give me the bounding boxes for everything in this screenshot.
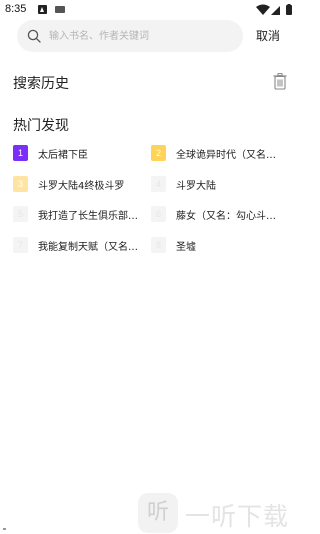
hot-item-title: 斗罗大陆	[176, 181, 216, 192]
hot-item-title: 圣墟	[176, 242, 196, 253]
search-box[interactable]	[17, 20, 243, 52]
rank-badge: 8	[151, 237, 166, 253]
hot-item-title: 斗罗大陆4终极斗罗	[38, 181, 125, 192]
trash-icon[interactable]	[273, 73, 287, 90]
keyboard-icon	[55, 6, 65, 13]
rank-badge: 4	[151, 176, 166, 192]
hot-item[interactable]: 4 斗罗大陆	[151, 176, 288, 194]
a-notification-icon	[38, 5, 47, 14]
rank-badge: 3	[13, 176, 28, 192]
status-bar: 8:35	[0, 0, 300, 20]
signal-icon	[271, 6, 280, 15]
rank-badge: 2	[151, 145, 166, 161]
hot-item[interactable]: 7 我能复制天赋（又名…	[13, 237, 138, 255]
corner-mark	[3, 528, 6, 530]
cancel-button[interactable]: 取消	[256, 27, 280, 44]
status-time: 8:35	[5, 3, 27, 15]
search-input[interactable]	[49, 20, 235, 52]
rank-badge: 7	[13, 237, 28, 253]
hot-item[interactable]: 3 斗罗大陆4终极斗罗	[13, 176, 138, 194]
watermark-logo-glyph: 听	[146, 500, 169, 525]
wifi-icon	[256, 4, 270, 15]
status-icons	[256, 4, 294, 16]
hot-discovery-title: 热门发现	[13, 118, 69, 134]
hot-item[interactable]: 6 藤女（又名：勾心斗…	[151, 206, 288, 224]
watermark-logo: 听	[138, 493, 178, 533]
rank-badge: 5	[13, 206, 28, 222]
watermark-text: 一听下载	[185, 502, 290, 531]
battery-icon	[286, 5, 292, 15]
rank-badge: 6	[151, 206, 166, 222]
hot-item[interactable]: 1 太后裙下臣	[13, 145, 138, 163]
hot-item-title: 我打造了长生俱乐部…	[38, 211, 138, 222]
hot-item-title: 藤女（又名：勾心斗…	[176, 211, 276, 222]
watermark: 听 一听下载	[138, 489, 300, 534]
search-icon	[27, 29, 41, 43]
search-history-title: 搜索历史	[13, 76, 69, 92]
hot-item-title: 全球诡异时代（又名…	[176, 150, 276, 161]
hot-item[interactable]: 5 我打造了长生俱乐部…	[13, 206, 138, 224]
hot-item[interactable]: 8 圣墟	[151, 237, 288, 255]
hot-item-title: 太后裙下臣	[38, 150, 88, 161]
rank-badge: 1	[13, 145, 28, 161]
hot-item[interactable]: 2 全球诡异时代（又名…	[151, 145, 288, 163]
hot-item-title: 我能复制天赋（又名…	[38, 242, 138, 253]
